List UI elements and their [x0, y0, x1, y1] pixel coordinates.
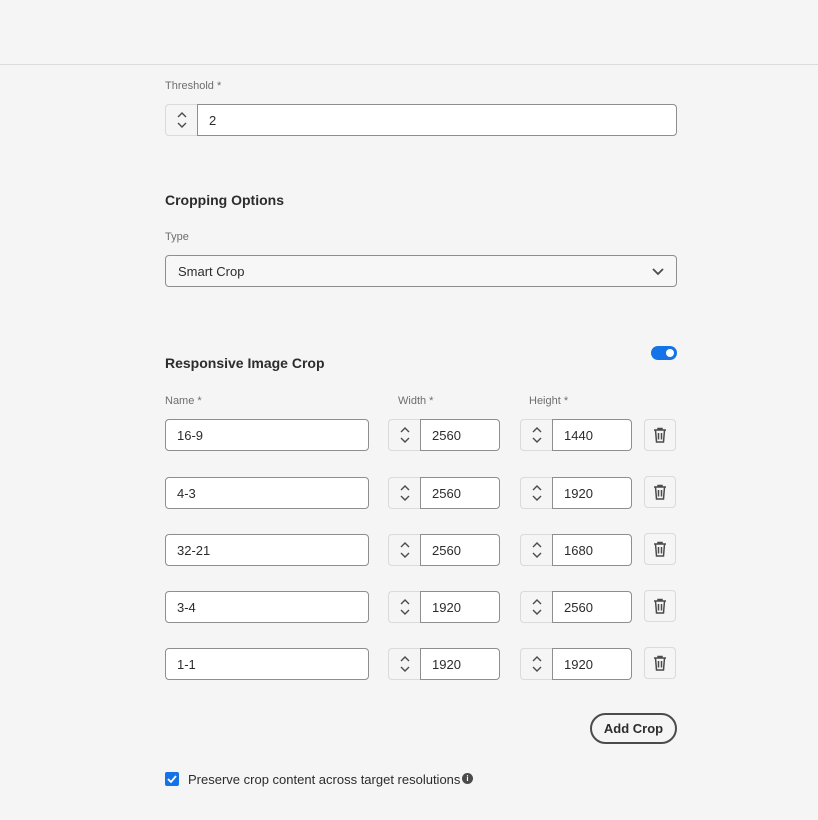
type-select-value: Smart Crop [178, 263, 245, 279]
responsive-crop-title: Responsive Image Crop [165, 355, 325, 371]
trash-icon [654, 655, 666, 671]
threshold-stepper[interactable] [165, 104, 197, 136]
trash-icon [654, 541, 666, 557]
info-icon[interactable]: i [462, 773, 473, 784]
chevron-up-down-icon [532, 427, 541, 443]
crop-name-input[interactable]: 32-21 [165, 534, 369, 566]
height-stepper[interactable] [520, 591, 552, 623]
width-stepper[interactable] [388, 477, 420, 509]
crop-name-input[interactable]: 4-3 [165, 477, 369, 509]
chevron-up-down-icon [532, 542, 541, 558]
width-stepper[interactable] [388, 419, 420, 451]
chevron-up-down-icon [177, 112, 186, 128]
height-stepper[interactable] [520, 419, 552, 451]
chevron-up-down-icon [400, 599, 409, 615]
chevron-up-down-icon [400, 427, 409, 443]
chevron-up-down-icon [532, 485, 541, 501]
responsive-crop-toggle[interactable] [651, 346, 677, 360]
crop-name-input[interactable]: 1-1 [165, 648, 369, 680]
name-column-label: Name * [165, 395, 202, 407]
type-label: Type [165, 231, 189, 243]
chevron-up-down-icon [400, 485, 409, 501]
chevron-up-down-icon [400, 542, 409, 558]
height-stepper[interactable] [520, 534, 552, 566]
preserve-crop-label: Preserve crop content across target reso… [188, 772, 461, 787]
height-input[interactable]: 2560 [552, 591, 632, 623]
height-stepper[interactable] [520, 648, 552, 680]
width-column-label: Width * [398, 395, 434, 407]
threshold-label: Threshold * [165, 80, 222, 92]
crop-name-input[interactable]: 16-9 [165, 419, 369, 451]
type-select[interactable]: Smart Crop [165, 255, 677, 287]
width-stepper[interactable] [388, 534, 420, 566]
toggle-knob [666, 349, 674, 357]
height-input[interactable]: 1920 [552, 477, 632, 509]
width-stepper[interactable] [388, 591, 420, 623]
width-input[interactable]: 1920 [420, 648, 500, 680]
delete-crop-button[interactable] [644, 533, 676, 565]
threshold-input[interactable]: 2 [197, 104, 677, 136]
delete-crop-button[interactable] [644, 419, 676, 451]
crop-name-input[interactable]: 3-4 [165, 591, 369, 623]
width-input[interactable]: 2560 [420, 534, 500, 566]
chevron-up-down-icon [532, 599, 541, 615]
trash-icon [654, 484, 666, 500]
height-input[interactable]: 1680 [552, 534, 632, 566]
width-input[interactable]: 2560 [420, 477, 500, 509]
delete-crop-button[interactable] [644, 647, 676, 679]
checkmark-icon [167, 775, 177, 783]
delete-crop-button[interactable] [644, 590, 676, 622]
width-stepper[interactable] [388, 648, 420, 680]
width-input[interactable]: 2560 [420, 419, 500, 451]
chevron-up-down-icon [532, 656, 541, 672]
trash-icon [654, 427, 666, 443]
delete-crop-button[interactable] [644, 476, 676, 508]
preserve-crop-checkbox[interactable] [165, 772, 179, 786]
add-crop-button[interactable]: Add Crop [590, 713, 677, 744]
width-input[interactable]: 1920 [420, 591, 500, 623]
height-column-label: Height * [529, 395, 569, 407]
height-input[interactable]: 1920 [552, 648, 632, 680]
height-stepper[interactable] [520, 477, 552, 509]
chevron-down-icon [652, 268, 664, 276]
trash-icon [654, 598, 666, 614]
height-input[interactable]: 1440 [552, 419, 632, 451]
chevron-up-down-icon [400, 656, 409, 672]
cropping-options-title: Cropping Options [165, 192, 284, 208]
top-bar [0, 0, 818, 65]
